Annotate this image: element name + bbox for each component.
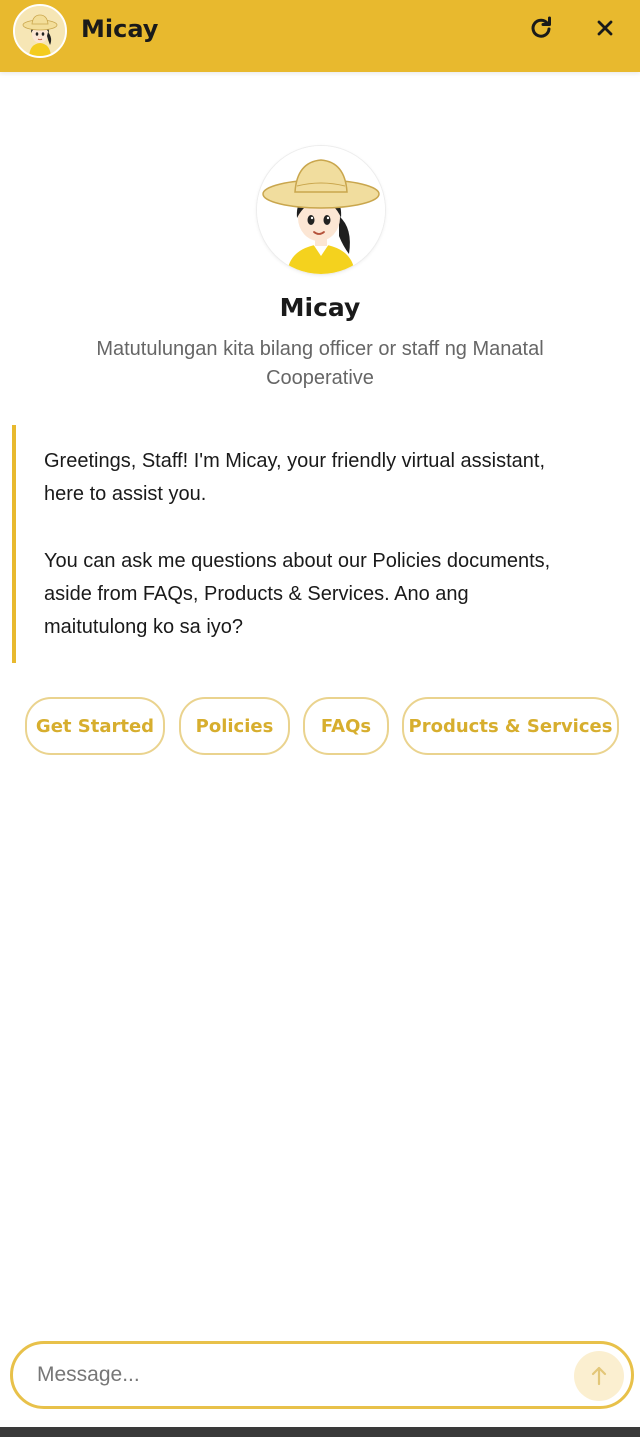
message-input[interactable] xyxy=(37,1357,557,1393)
quick-reply-faqs[interactable]: FAQs xyxy=(303,697,389,755)
quick-reply-policies[interactable]: Policies xyxy=(179,697,290,755)
message-composer xyxy=(10,1341,634,1409)
refresh-button[interactable] xyxy=(525,12,557,44)
profile-name: Micay xyxy=(279,293,361,322)
message-paragraph: Greetings, Staff! I'm Micay, your friend… xyxy=(44,450,546,505)
header-title: Micay xyxy=(81,15,159,43)
message-paragraph: You can ask me questions about our Polic… xyxy=(44,550,551,638)
micay-avatar-icon xyxy=(13,4,67,58)
chat-window: Micay Micay Matutulungan kita bilang off… xyxy=(0,0,640,1437)
quick-reply-get-started[interactable]: Get Started xyxy=(25,697,165,755)
chat-header: Micay xyxy=(0,0,640,72)
micay-avatar-icon xyxy=(256,145,386,275)
refresh-icon xyxy=(531,16,551,38)
bottom-bar xyxy=(0,1427,640,1437)
quick-reply-products-services[interactable]: Products & Services xyxy=(402,697,619,755)
arrow-up-icon xyxy=(591,1366,607,1386)
profile-description: Matutulungan kita bilang officer or staf… xyxy=(96,338,544,389)
bot-message: Greetings, Staff! I'm Micay, your friend… xyxy=(12,425,572,663)
close-icon xyxy=(597,20,613,36)
send-button[interactable] xyxy=(574,1351,624,1401)
close-button[interactable] xyxy=(589,12,621,44)
